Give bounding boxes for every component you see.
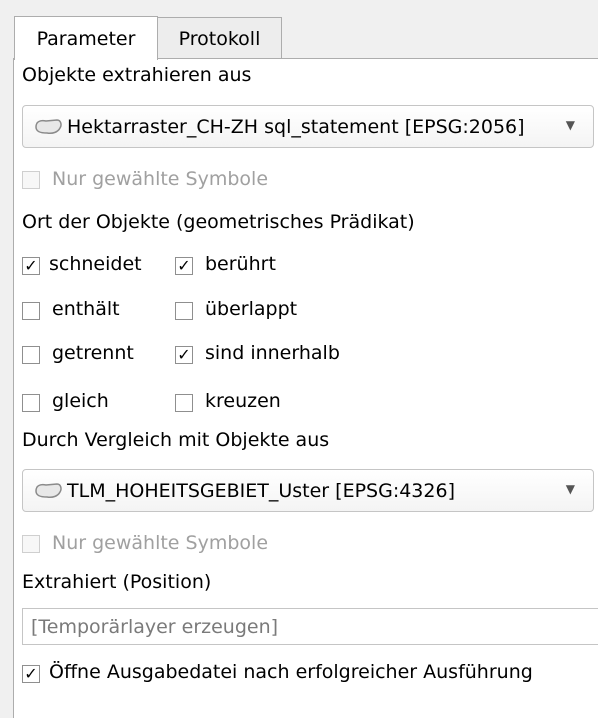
predicate-schneidet-label: schneidet <box>49 253 142 275</box>
compare-selected-only-checkbox[interactable] <box>22 535 40 553</box>
predicate-ueberlappt-checkbox[interactable] <box>175 302 193 320</box>
predicate-sind-innerhalb-checkbox[interactable]: ✓ <box>175 346 193 364</box>
polygon-layer-icon <box>35 118 62 134</box>
tab-protokoll-label: Protokoll <box>178 27 261 50</box>
tab-protokoll[interactable]: Protokoll <box>157 17 282 59</box>
predicate-sind-innerhalb-label: sind innerhalb <box>205 342 340 364</box>
output-input[interactable] <box>29 614 598 639</box>
predicate-label: Ort der Objekte (geometrisches Prädikat) <box>22 211 415 233</box>
predicate-enthaelt-label: enthält <box>52 298 120 320</box>
compare-layer-value: TLM_HOHEITSGEBIET_Uster [EPSG:4326] <box>67 479 455 502</box>
open-output-checkbox[interactable]: ✓ <box>22 665 40 683</box>
chevron-down-icon: ▼ <box>565 118 575 132</box>
compare-layer-label: Durch Vergleich mit Objekte aus <box>22 429 330 451</box>
predicate-kreuzen-label: kreuzen <box>205 390 281 412</box>
predicate-gleich-label: gleich <box>52 390 109 412</box>
compare-layer-combobox[interactable]: TLM_HOHEITSGEBIET_Uster [EPSG:4326] ▼ <box>22 469 594 512</box>
compare-selected-only-label: Nur gewählte Symbole <box>52 532 269 554</box>
checkmark-icon: ✓ <box>24 256 38 275</box>
tab-parameter[interactable]: Parameter <box>14 16 158 60</box>
open-output-label: Öffne Ausgabedatei nach erfolgreicher Au… <box>49 661 533 683</box>
polygon-layer-icon <box>35 482 62 498</box>
checkmark-icon: ✓ <box>177 256 191 275</box>
predicate-ueberlappt-label: überlappt <box>205 298 298 320</box>
input-selected-only-checkbox[interactable] <box>22 171 40 189</box>
input-layer-label: Objekte extrahieren aus <box>22 64 252 86</box>
checkmark-icon: ✓ <box>177 345 191 364</box>
chevron-down-icon: ▼ <box>565 482 575 496</box>
predicate-kreuzen-checkbox[interactable] <box>175 394 193 412</box>
predicate-gleich-checkbox[interactable] <box>22 394 40 412</box>
predicate-enthaelt-checkbox[interactable] <box>22 302 40 320</box>
tab-parameter-label: Parameter <box>36 27 136 50</box>
predicate-beruehrt-checkbox[interactable]: ✓ <box>175 257 193 275</box>
output-label: Extrahiert (Position) <box>22 571 212 593</box>
checkmark-icon: ✓ <box>24 664 38 683</box>
input-layer-combobox[interactable]: Hektarraster_CH-ZH sql_statement [EPSG:2… <box>22 105 594 148</box>
predicate-getrennt-checkbox[interactable] <box>22 346 40 364</box>
output-field[interactable] <box>22 608 598 645</box>
predicate-getrennt-label: getrennt <box>52 342 134 364</box>
tab-bar: Parameter Protokoll <box>0 0 598 60</box>
input-selected-only-label: Nur gewählte Symbole <box>52 168 269 190</box>
predicate-schneidet-checkbox[interactable]: ✓ <box>22 257 40 275</box>
input-layer-value: Hektarraster_CH-ZH sql_statement [EPSG:2… <box>67 115 525 138</box>
predicate-beruehrt-label: berührt <box>205 253 276 275</box>
